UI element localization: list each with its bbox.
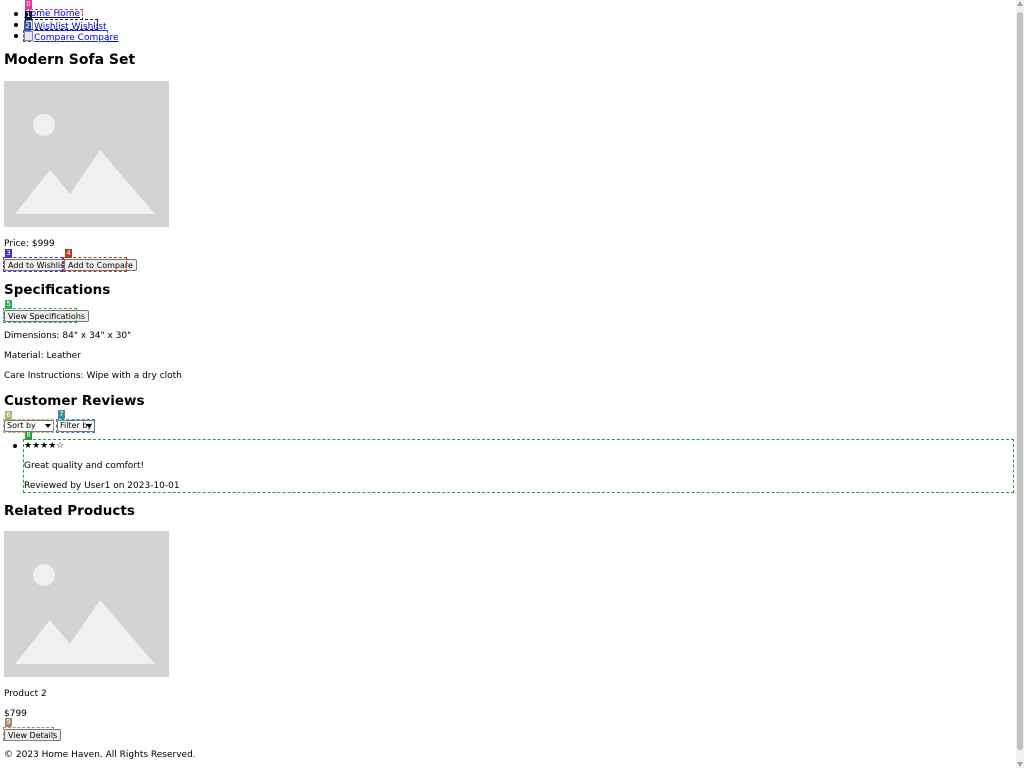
overlay-label: 5	[5, 300, 12, 309]
chevron-down-icon	[86, 424, 92, 428]
list-bullet	[14, 23, 18, 27]
view-specifications-button[interactable]: View Specifications	[4, 310, 90, 322]
image-placeholder-icon	[4, 531, 169, 677]
view-details-button[interactable]: View Details	[4, 729, 62, 741]
scroll-up-arrow-icon[interactable]	[1017, 1, 1023, 6]
scrollbar-thumb[interactable]	[1017, 12, 1023, 750]
overlay-label: 9	[5, 718, 12, 727]
overlay-label: 1	[25, 11, 32, 20]
add-to-wishlist-button[interactable]: Add to Wishlist	[4, 259, 72, 271]
review-byline: Reviewed by User1 on 2023-10-01	[24, 481, 180, 491]
sort-select-value: Sort by	[7, 421, 36, 430]
list-bullet	[14, 34, 18, 38]
filter-select[interactable]: Filter by	[57, 420, 95, 432]
footer-copyright: © 2023 Home Haven. All Rights Reserved.	[4, 750, 196, 760]
spec-material: Material: Leather	[4, 351, 81, 361]
overlay-label: 6	[5, 411, 12, 420]
overlay-label: 2	[24, 22, 31, 31]
overlay-label: 3	[5, 249, 12, 258]
product-title: Modern Sofa Set	[4, 52, 136, 68]
related-products-heading: Related Products	[4, 503, 135, 519]
specifications-heading: Specifications	[4, 282, 111, 298]
review-stars: ★★★★☆	[24, 441, 65, 451]
spec-dimensions: Dimensions: 84" x 34" x 30"	[4, 331, 132, 341]
spec-care: Care Instructions: Wipe with a dry cloth	[4, 371, 182, 381]
overlay-label: 0	[25, 0, 32, 9]
chevron-down-icon	[45, 424, 51, 428]
customer-reviews-heading: Customer Reviews	[4, 393, 145, 409]
review-text: Great quality and comfort!	[24, 461, 145, 471]
nav-link-compare[interactable]: Compare Compare	[24, 31, 119, 43]
overlay-label: 4	[65, 249, 72, 258]
list-bullet	[14, 12, 18, 16]
list-bullet	[13, 444, 17, 448]
add-to-compare-button[interactable]: Add to Compare	[64, 259, 137, 271]
nav-link-home-label: Home Home	[24, 9, 81, 19]
related-product-name: Product 2	[4, 689, 47, 699]
nav-link-home[interactable]: Home Home	[24, 9, 80, 19]
broken-image-icon	[24, 31, 33, 41]
overlay-label: 7	[58, 410, 65, 419]
scroll-down-arrow-icon[interactable]	[1017, 762, 1023, 767]
image-placeholder-icon	[4, 81, 169, 227]
nav-link-compare-label: Compare Compare	[34, 33, 119, 43]
product-image	[4, 81, 169, 227]
vertical-scrollbar[interactable]	[1016, 0, 1024, 768]
review-item: ★★★★☆ Great quality and comfort! Reviewe…	[13, 439, 1014, 492]
overlay-label: 8	[25, 431, 32, 440]
product-price: Price: $999	[4, 239, 55, 249]
related-product-image	[4, 531, 169, 677]
